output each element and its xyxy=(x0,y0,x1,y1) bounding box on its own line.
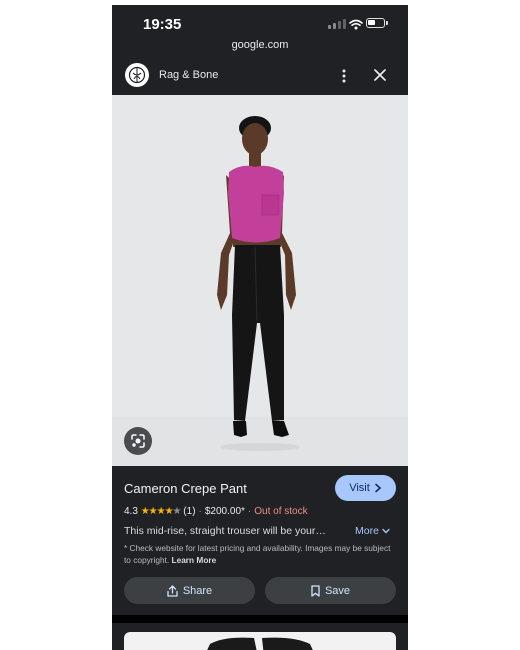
separator-dot: · xyxy=(198,506,202,517)
save-button[interactable]: Save xyxy=(265,577,396,604)
url-label[interactable]: google.com xyxy=(112,39,408,51)
empty-star: ★ xyxy=(172,506,182,517)
share-label: Share xyxy=(182,584,213,597)
more-label: More xyxy=(355,525,379,537)
visit-label: Visit xyxy=(349,482,370,494)
section-divider xyxy=(112,615,408,623)
filled-stars: ★★★★ xyxy=(140,506,174,517)
learn-more-link[interactable]: Learn More xyxy=(172,555,217,565)
signal-icon xyxy=(328,19,346,29)
battery-icon xyxy=(366,18,388,28)
disclaimer: * Check website for latest pricing and a… xyxy=(124,542,396,566)
share-icon xyxy=(167,584,178,597)
status-time: 19:35 xyxy=(143,16,182,33)
next-result-card[interactable] xyxy=(124,632,396,650)
product-image[interactable] xyxy=(112,95,408,466)
site-name[interactable]: Rag & Bone xyxy=(159,69,218,81)
rating-stars: ★★★★★ xyxy=(140,506,182,517)
separator-dot: · xyxy=(247,506,252,517)
save-label: Save xyxy=(324,584,351,597)
lens-icon[interactable] xyxy=(124,427,152,455)
price: $200.00* xyxy=(204,506,245,517)
model-illustration xyxy=(112,95,408,466)
next-result-thumbnail xyxy=(207,637,313,650)
site-logo-icon xyxy=(125,63,149,87)
more-button[interactable]: More xyxy=(355,525,390,537)
visit-button[interactable]: Visit xyxy=(335,475,396,501)
phone-screen: 19:35 google.com Rag & Bone Cameron Crep… xyxy=(112,5,408,650)
close-icon[interactable] xyxy=(372,67,388,83)
product-title[interactable]: Cameron Crepe Pant xyxy=(124,481,247,496)
availability-status: Out of stock xyxy=(254,506,308,517)
share-button[interactable]: Share xyxy=(124,577,255,604)
status-bar: 19:35 xyxy=(112,5,408,39)
product-meta: 4.3 ★★★★★ (1) · $200.00* · Out of stock xyxy=(124,506,308,517)
review-count: (1) xyxy=(183,506,196,517)
chevron-right-icon xyxy=(374,483,382,493)
more-vert-icon[interactable] xyxy=(340,67,348,85)
bookmark-icon xyxy=(311,584,320,597)
wifi-icon xyxy=(349,17,363,35)
product-description: This mid-rise, straight trouser will be … xyxy=(124,525,326,537)
rating-value: 4.3 xyxy=(124,506,138,517)
chevron-down-icon xyxy=(382,528,390,534)
disclaimer-text: * Check website for latest pricing and a… xyxy=(124,543,391,565)
site-header: Rag & Bone xyxy=(112,58,408,95)
